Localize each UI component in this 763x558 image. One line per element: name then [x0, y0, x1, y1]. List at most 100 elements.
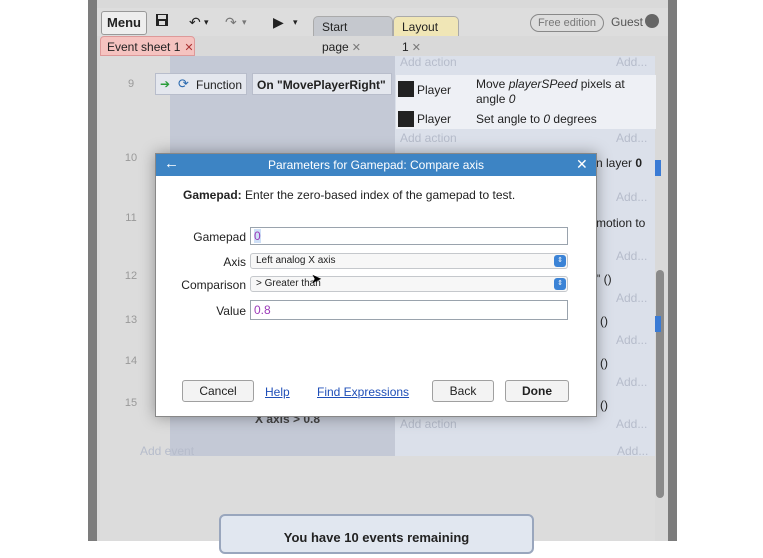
arrow-right-icon: ➔	[160, 77, 171, 91]
value-value: 0.8	[254, 303, 271, 317]
parameters-dialog: ← Parameters for Gamepad: Compare axis ✕…	[155, 153, 597, 417]
selection-marker	[655, 160, 661, 176]
tab-event-sheet-1[interactable]: Event sheet 1 ✕	[100, 36, 195, 56]
action-text-fragment: n layer	[596, 156, 636, 170]
gamepad-label: Gamepad	[193, 230, 246, 244]
gamepad-value: 0	[254, 229, 261, 243]
vertical-scrollbar[interactable]	[656, 270, 664, 498]
function-label: Function	[196, 78, 243, 92]
parameter-description: Gamepad: Enter the zero-based index of t…	[183, 188, 515, 202]
action-text: Set angle to 0 degrees	[476, 112, 597, 127]
action-text-suffix: pixels at	[577, 77, 625, 91]
chevron-down-icon[interactable]: ▾	[293, 13, 298, 31]
function-icon: ⟳	[178, 76, 189, 91]
axis-label: Axis	[223, 255, 246, 269]
action-row[interactable]: Player Move playerSPeed pixels at angle 0	[396, 75, 656, 109]
row-number: 13	[124, 314, 138, 326]
action-variable: 0	[508, 92, 516, 106]
action-text-prefix: Set angle to	[476, 112, 544, 126]
action-text: Move playerSPeed pixels at angle 0	[476, 77, 625, 107]
action-text-partial: ()	[600, 356, 608, 370]
mouse-cursor-icon: ➤	[311, 271, 322, 286]
back-button[interactable]: Back	[432, 380, 494, 402]
close-icon[interactable]: ✕	[352, 42, 361, 54]
value-label: Value	[216, 304, 246, 318]
parameter-name: Gamepad:	[183, 188, 242, 202]
menu-button[interactable]: Menu	[101, 11, 147, 35]
chevron-down-icon[interactable]: ▾	[204, 13, 209, 31]
action-text-partial: ()	[600, 314, 608, 328]
edition-badge[interactable]: Free edition	[530, 14, 604, 32]
dialog-title-bar: ← Parameters for Gamepad: Compare axis ✕	[156, 154, 596, 176]
add-action-link[interactable]: Add action	[400, 55, 457, 69]
add-more-link[interactable]: Add...	[617, 444, 648, 458]
condition-on-function[interactable]: On "MovePlayerRight"	[252, 73, 392, 95]
select-arrows-icon: ⇕	[554, 255, 566, 267]
tab-start-page[interactable]: Start page ✕	[313, 16, 393, 54]
find-expressions-link[interactable]: Find Expressions	[317, 385, 409, 399]
row-number: 15	[124, 397, 138, 409]
action-object: Player	[417, 83, 452, 97]
add-action-link[interactable]: Add action	[400, 131, 457, 145]
user-name[interactable]: Guest	[611, 15, 643, 29]
events-remaining-banner: You have 10 events remaining	[219, 514, 534, 554]
add-action-link[interactable]: Add action	[400, 417, 457, 431]
dialog-title: Parameters for Gamepad: Compare axis	[267, 158, 485, 172]
row-number: 14	[124, 355, 138, 367]
select-arrows-icon: ⇕	[554, 278, 566, 290]
add-more-link[interactable]: Add...	[616, 249, 647, 263]
window-right-border	[668, 0, 677, 541]
player-icon	[398, 111, 414, 127]
row-number: 12	[124, 270, 138, 282]
tab-layout-1[interactable]: Layout 1 ✕	[393, 16, 459, 54]
add-more-link[interactable]: Add...	[616, 417, 647, 431]
add-more-link[interactable]: Add...	[616, 131, 647, 145]
axis-value: Left analog X axis	[256, 255, 336, 266]
gamepad-field[interactable]: 0	[250, 227, 568, 245]
action-row[interactable]: Player Set angle to 0 degrees	[396, 109, 656, 129]
comparison-select[interactable]: > Greater than ⇕	[250, 276, 568, 292]
redo-icon[interactable]: ↷	[225, 13, 237, 31]
action-text-partial: " ()	[596, 272, 612, 286]
parameter-help-text: Enter the zero-based index of the gamepa…	[241, 188, 516, 202]
save-icon[interactable]	[155, 13, 169, 31]
comparison-label: Comparison	[181, 278, 246, 292]
chevron-down-icon[interactable]: ▾	[242, 13, 247, 31]
condition-text: On "MovePlayerRight"	[257, 78, 386, 92]
add-more-link[interactable]: Add...	[616, 291, 647, 305]
tab-label: Start page	[322, 20, 349, 54]
value-field[interactable]: 0.8	[250, 300, 568, 320]
add-more-link[interactable]: Add...	[616, 190, 647, 204]
function-block[interactable]: ➔ ⟳ Function	[155, 73, 247, 95]
action-text-suffix: degrees	[550, 112, 597, 126]
play-icon[interactable]: ▶	[273, 13, 284, 31]
action-variable: playerSPeed	[508, 77, 578, 91]
row-number: 9	[127, 78, 135, 90]
add-event-link[interactable]: Add event	[140, 444, 194, 458]
help-link[interactable]: Help	[265, 385, 290, 399]
close-icon[interactable]: ✕	[576, 156, 588, 173]
selection-marker	[655, 316, 661, 332]
window-left-border	[88, 0, 97, 541]
toolbar: Menu ↶ ▾ ↷ ▾ ▶ ▾ Start page ✕ Layout 1 ✕ F…	[97, 8, 668, 54]
action-text-prefix: Move	[476, 77, 509, 91]
action-text-partial: n layer 0	[596, 156, 642, 170]
add-more-link[interactable]: Add...	[616, 333, 647, 347]
player-icon	[398, 81, 414, 97]
close-icon[interactable]: ✕	[412, 42, 421, 54]
add-more-link[interactable]: Add...	[616, 375, 647, 389]
done-button[interactable]: Done	[505, 380, 569, 402]
add-more-link[interactable]: Add...	[616, 55, 647, 69]
action-text-partial: motion to	[596, 216, 646, 230]
axis-select[interactable]: Left analog X axis ⇕	[250, 253, 568, 269]
action-text-line2: angle	[476, 92, 509, 106]
undo-icon[interactable]: ↶	[189, 13, 201, 31]
user-icon[interactable]	[645, 14, 659, 28]
row-number: 11	[125, 212, 137, 224]
action-object: Player	[417, 112, 452, 126]
close-icon[interactable]: ✕	[184, 42, 193, 54]
cancel-button[interactable]: Cancel	[182, 380, 254, 402]
tab-label: Event sheet 1	[107, 40, 181, 54]
action-text-fragment: 0	[635, 156, 643, 170]
row-number: 10	[124, 152, 138, 164]
